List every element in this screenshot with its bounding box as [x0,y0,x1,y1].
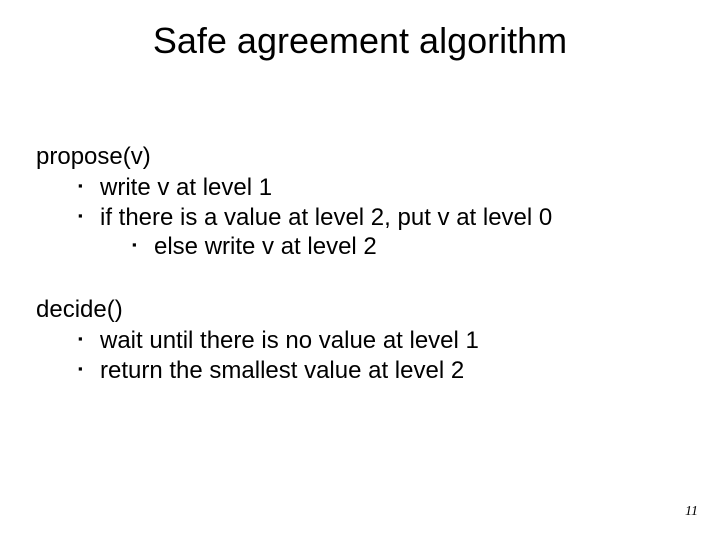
decide-header: decide() [36,295,686,324]
decide-bullet-2: return the smallest value at level 2 [36,356,686,385]
propose-subbullet-1: else write v at level 2 [36,232,686,261]
page-number: 11 [685,504,698,520]
propose-block: propose(v) write v at level 1 if there i… [36,142,686,261]
propose-bullet-1: write v at level 1 [36,173,686,202]
decide-block: decide() wait until there is no value at… [36,295,686,385]
slide-title: Safe agreement algorithm [0,20,720,62]
propose-bullet-2: if there is a value at level 2, put v at… [36,203,686,232]
decide-bullet-1: wait until there is no value at level 1 [36,326,686,355]
slide-body: propose(v) write v at level 1 if there i… [36,142,686,419]
slide: Safe agreement algorithm propose(v) writ… [0,0,720,540]
propose-header: propose(v) [36,142,686,171]
